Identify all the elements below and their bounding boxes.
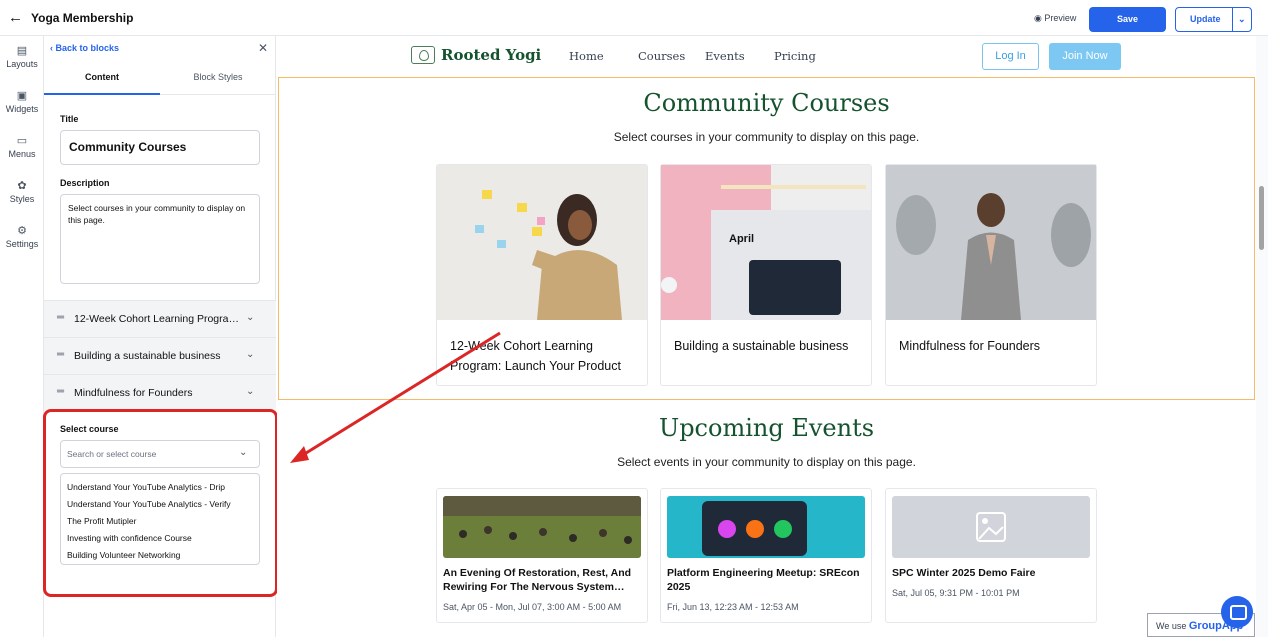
tab-content[interactable]: Content xyxy=(44,72,160,82)
course-accordion-label: 12-Week Cohort Learning Program: Launch … xyxy=(74,313,239,325)
back-arrow-icon[interactable]: ← xyxy=(8,9,23,26)
course-accordion-label: Building a sustainable business xyxy=(74,350,221,362)
event-card[interactable]: Platform Engineering Meetup: SREcon 2025… xyxy=(660,488,872,623)
site-logo-name: Rooted Yogi xyxy=(441,46,542,64)
event-card-date: Fri, Jun 13, 12:23 AM - 12:53 AM xyxy=(667,602,799,612)
event-card-title: Platform Engineering Meetup: SREcon 2025 xyxy=(667,567,860,593)
panel-tabs: Content Block Styles xyxy=(44,62,276,95)
course-card[interactable]: Mindfulness for Founders xyxy=(885,164,1097,386)
close-icon[interactable]: ✕ xyxy=(258,41,268,55)
menus-icon: ▭ xyxy=(16,135,28,147)
rail-item-label: Layouts xyxy=(6,59,38,69)
rail-item-settings[interactable]: ⚙ Settings xyxy=(0,224,44,249)
course-image xyxy=(886,165,1096,320)
event-card[interactable]: An Evening Of Restoration, Rest, And Rew… xyxy=(436,488,648,623)
eye-icon: ◉ xyxy=(1034,13,1042,23)
chat-icon[interactable] xyxy=(1221,596,1253,628)
course-image: April xyxy=(661,165,871,320)
title-input[interactable]: Community Courses xyxy=(60,130,260,165)
drag-handle-icon[interactable]: ═ xyxy=(57,312,64,323)
rail-item-label: Settings xyxy=(5,239,39,249)
update-label: Update xyxy=(1190,14,1221,24)
site-nav: Rooted Yogi Home Courses Events Pricing … xyxy=(277,36,1256,76)
rail-item-widgets[interactable]: ▣ Widgets xyxy=(0,89,44,114)
course-accordion-item[interactable]: ═ Mindfulness for Founders ⌄ xyxy=(44,374,276,411)
calendar-month: April xyxy=(729,233,754,245)
back-to-blocks-link[interactable]: ‹ Back to blocks xyxy=(50,43,119,53)
rail-item-layouts[interactable]: ▤ Layouts xyxy=(0,44,44,69)
drag-handle-icon[interactable]: ═ xyxy=(57,349,64,360)
course-accordion-label: Mindfulness for Founders xyxy=(74,387,193,399)
event-image-placeholder xyxy=(892,496,1090,558)
highlight-box xyxy=(43,409,278,597)
widgets-icon: ▣ xyxy=(16,90,28,102)
title-label: Title xyxy=(60,114,79,124)
event-card-title: SPC Winter 2025 Demo Faire xyxy=(892,567,1036,579)
course-accordion-item[interactable]: ═ Building a sustainable business ⌄ xyxy=(44,337,276,374)
nav-link-home[interactable]: Home xyxy=(569,49,604,63)
course-card-title: 12-Week Cohort Learning Program: Launch … xyxy=(450,339,621,373)
nav-link-pricing[interactable]: Pricing xyxy=(774,49,816,63)
scrollbar[interactable] xyxy=(1256,36,1268,637)
courses-section-title: Community Courses xyxy=(643,89,890,117)
nav-link-courses[interactable]: Courses xyxy=(638,49,685,63)
chevron-down-icon[interactable]: ⌄ xyxy=(1238,8,1246,31)
event-image xyxy=(443,496,641,558)
chevron-down-icon[interactable]: ⌄ xyxy=(246,312,254,323)
preview-button[interactable]: ◉ Preview xyxy=(1034,13,1076,24)
rail-item-label: Menus xyxy=(8,149,36,159)
nav-link-events[interactable]: Events xyxy=(705,49,745,63)
gear-icon: ⚙ xyxy=(17,225,27,237)
events-section-title: Upcoming Events xyxy=(658,414,875,442)
course-card[interactable]: 12-Week Cohort Learning Program: Launch … xyxy=(436,164,648,386)
save-button[interactable]: Save xyxy=(1089,7,1166,32)
update-button[interactable]: Update ⌄ xyxy=(1175,7,1252,32)
event-card-date: Sat, Jul 05, 9:31 PM - 10:01 PM xyxy=(892,588,1020,598)
description-textarea[interactable]: Select courses in your community to disp… xyxy=(60,194,260,284)
rail-item-menus[interactable]: ▭ Menus xyxy=(0,134,44,159)
palette-icon: ✿ xyxy=(17,180,27,192)
chevron-down-icon[interactable]: ⌄ xyxy=(246,386,254,397)
update-divider xyxy=(1232,8,1233,31)
events-section-subtitle: Select events in your community to displ… xyxy=(617,455,916,469)
lotus-logo-icon xyxy=(411,46,435,64)
course-image xyxy=(437,165,647,320)
chevron-down-icon[interactable]: ⌄ xyxy=(246,349,254,360)
course-card[interactable]: April Building a sustainable business xyxy=(660,164,872,386)
course-accordion-item[interactable]: ═ 12-Week Cohort Learning Program: Launc… xyxy=(44,300,276,337)
event-card-title: An Evening Of Restoration, Rest, And Rew… xyxy=(443,567,632,593)
top-bar: ← Yoga Membership ◉ Preview Save Update … xyxy=(0,0,1268,36)
course-card-title: Mindfulness for Founders xyxy=(899,339,1041,353)
tab-block-styles[interactable]: Block Styles xyxy=(160,72,276,82)
courses-section-subtitle: Select courses in your community to disp… xyxy=(613,130,920,144)
drag-handle-icon[interactable]: ═ xyxy=(57,386,64,397)
description-label: Description xyxy=(60,178,110,188)
preview-label: Preview xyxy=(1044,13,1077,23)
event-card[interactable]: SPC Winter 2025 Demo Faire Sat, Jul 05, … xyxy=(885,488,1097,623)
left-rail: ▤ Layouts ▣ Widgets ▭ Menus ✿ Styles ⚙ S… xyxy=(0,36,44,637)
back-to-blocks-label: Back to blocks xyxy=(55,43,120,53)
cookie-text: We use xyxy=(1156,621,1187,631)
site-preview-canvas: Rooted Yogi Home Courses Events Pricing … xyxy=(277,36,1256,637)
page-title: Yoga Membership xyxy=(31,11,134,25)
join-now-button[interactable]: Join Now xyxy=(1049,43,1121,70)
active-tab-indicator xyxy=(44,93,160,95)
event-card-date: Sat, Apr 05 - Mon, Jul 07, 3:00 AM - 5:0… xyxy=(443,602,622,612)
rail-item-styles[interactable]: ✿ Styles xyxy=(0,179,44,204)
rail-item-label: Styles xyxy=(9,194,35,204)
layouts-icon: ▤ xyxy=(16,45,28,57)
scrollbar-thumb[interactable] xyxy=(1259,186,1264,250)
login-button[interactable]: Log In xyxy=(982,43,1039,70)
rail-item-label: Widgets xyxy=(5,104,39,114)
event-image xyxy=(667,496,865,558)
course-card-title: Building a sustainable business xyxy=(674,339,849,353)
